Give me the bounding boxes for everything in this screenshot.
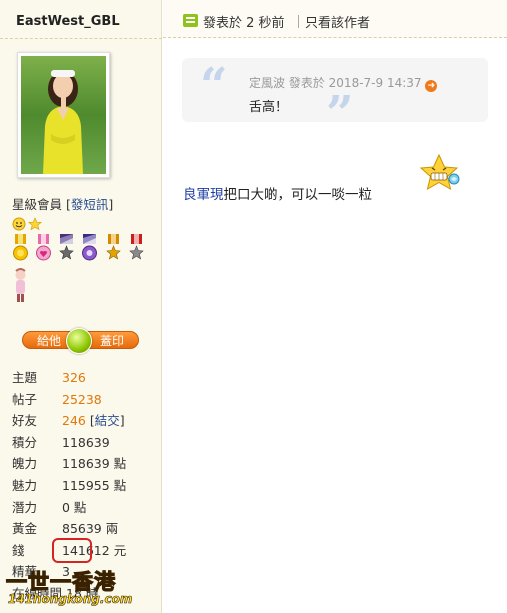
medal-list — [12, 234, 160, 304]
stat-label: 積分 — [12, 434, 38, 450]
post-time: 發表於 2 秒前 — [203, 16, 285, 31]
stat-label: 魅力 — [12, 477, 38, 493]
stat-label: 魄力 — [12, 456, 38, 472]
mentioned-user-link[interactable]: 良軍現 — [183, 187, 224, 203]
stat-label: 主題 — [12, 370, 38, 385]
medal-heart-icon[interactable] — [35, 234, 52, 264]
rank-icons — [12, 217, 42, 231]
stat-row-power: 魄力 118639 點 — [12, 453, 160, 475]
medal-star-dark-icon[interactable] — [58, 234, 75, 264]
medal-red-icon[interactable] — [128, 234, 145, 264]
stat-value: 118639 點 — [62, 456, 127, 472]
quote-posted: 發表於 2018-7-9 14:37 — [288, 76, 422, 90]
divider — [298, 15, 299, 28]
star-icon — [28, 217, 42, 231]
user-sidebar: EastWest_GBL 星級會員 [發短訊] 給他 蓋印 主題 326 帖子 … — [0, 0, 162, 613]
stamp-button[interactable]: 蓋印 — [85, 331, 139, 349]
watermark-logo: 一世一香港 141hongkong.com — [2, 566, 162, 612]
post-header: 發表於 2 秒前 只看該作者 — [163, 0, 507, 38]
quote-close-icon: ” — [326, 86, 354, 142]
user-group: 星級會員 [發短訊] — [12, 197, 114, 212]
stat-value: 85639 兩 — [62, 521, 119, 537]
message-text: 把口大啲，可以一啖一粒 — [223, 187, 373, 203]
stat-value: 115955 點 — [62, 477, 127, 493]
quote-author: 定風波 — [249, 76, 286, 90]
add-friend-link[interactable]: 結交 — [95, 413, 120, 428]
quote-block: “ ” 定風波 發表於 2018-7-9 14:37 ➜ 舌高！ — [182, 58, 488, 138]
stat-row-friends: 好友 246 [結交] — [12, 410, 160, 432]
jump-to-post-icon[interactable]: ➜ — [425, 80, 438, 92]
stat-value[interactable]: 25238 — [62, 392, 102, 407]
medal-gold-star-icon[interactable] — [105, 234, 122, 264]
grin-star-emoji-icon — [419, 153, 460, 191]
quote-open-icon: “ — [200, 58, 228, 114]
quote-text: 舌高！ — [249, 100, 289, 115]
stat-label: 黃金 — [12, 521, 38, 537]
divider — [0, 38, 162, 39]
group-label: 星級會員 — [12, 197, 63, 212]
smiley-icon — [12, 217, 26, 231]
stat-row-topics: 主題 326 — [12, 367, 160, 389]
send-pm-link[interactable]: 發短訊 — [71, 197, 109, 212]
post-status-icon — [183, 14, 198, 27]
stat-row-charm: 魅力 115955 點 — [12, 475, 160, 497]
stat-row-gold: 黃金 85639 兩 — [12, 518, 160, 540]
quote-meta: 定風波 發表於 2018-7-9 14:37 ➜ — [249, 74, 438, 92]
medal-figure-icon[interactable] — [12, 268, 29, 304]
stat-row-potential: 潛力 0 點 — [12, 497, 160, 519]
avatar-frame — [17, 52, 110, 178]
stat-value[interactable]: 326 — [62, 370, 86, 385]
give-stamp-controls: 給他 蓋印 — [22, 328, 139, 354]
post-area: 發表於 2 秒前 只看該作者 “ ” 定風波 發表於 2018-7-9 14:3… — [163, 0, 507, 613]
stat-row-posts: 帖子 25238 — [12, 389, 160, 411]
highlight-box — [52, 538, 92, 563]
stat-value[interactable]: 246 — [62, 413, 86, 428]
post-message: 良軍現把口大啲，可以一啖一粒 — [183, 183, 372, 203]
stat-label: 好友 — [12, 413, 38, 429]
green-ball-icon — [66, 328, 92, 354]
stat-label: 帖子 — [12, 391, 38, 407]
stat-label: 潛力 — [12, 499, 38, 515]
stat-row-credits: 積分 118639 — [12, 432, 160, 454]
watermark-url: 141hongkong.com — [8, 592, 133, 607]
stat-value: 118639 — [62, 434, 110, 450]
medal-purple-icon[interactable] — [81, 234, 98, 264]
medal-sun-icon[interactable] — [12, 234, 29, 264]
stat-value: 0 點 — [62, 499, 87, 515]
only-author-link[interactable]: 只看該作者 — [305, 12, 370, 31]
avatar[interactable] — [21, 56, 106, 174]
username-link[interactable]: EastWest_GBL — [16, 14, 120, 29]
